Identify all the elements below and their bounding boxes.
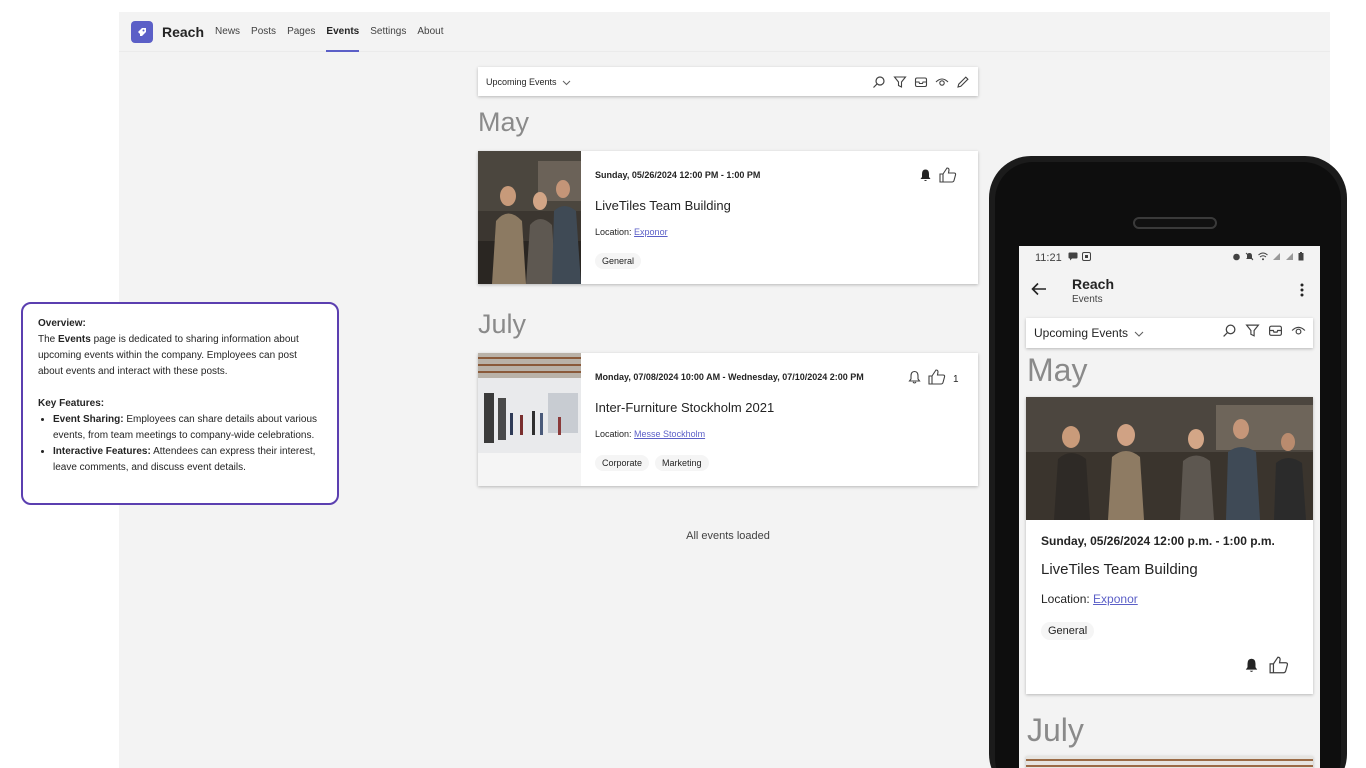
nav-tab-settings[interactable]: Settings: [370, 12, 406, 52]
back-arrow-icon[interactable]: [1031, 282, 1047, 301]
location-link[interactable]: Exponor: [1093, 592, 1138, 606]
like-icon[interactable]: [939, 167, 957, 188]
like-icon[interactable]: [1269, 656, 1289, 679]
nav-tab-about[interactable]: About: [417, 12, 443, 52]
search-icon[interactable]: [1222, 323, 1237, 343]
event-actions: [919, 167, 964, 188]
mobile-event-location: Location: Exponor: [1041, 592, 1138, 606]
feature-item: Interactive Features: Attendees can expr…: [53, 444, 322, 476]
top-nav-bar: Reach News Posts Pages Events Settings A…: [119, 12, 1330, 52]
mail-icon[interactable]: [914, 75, 928, 89]
message-icon: [1068, 252, 1078, 264]
event-title[interactable]: LiveTiles Team Building: [595, 198, 731, 213]
location-link[interactable]: Exponor: [634, 227, 668, 237]
month-heading-may: May: [478, 107, 530, 137]
phone-speaker: [1133, 217, 1217, 229]
mobile-page-subtitle: Events: [1072, 294, 1103, 305]
nav-tab-pages[interactable]: Pages: [287, 12, 315, 52]
event-card[interactable]: Sunday, 05/26/2024 12:00 PM - 1:00 PM Li…: [478, 151, 978, 284]
signal-icon: [1285, 252, 1294, 264]
intro-pre: The: [38, 334, 56, 345]
mobile-event-card[interactable]: [1026, 756, 1313, 768]
mobile-month-heading-july: July: [1027, 712, 1084, 748]
mobile-header: Reach Events: [1019, 270, 1320, 310]
filter-icon[interactable]: [1245, 323, 1260, 343]
mobile-event-card[interactable]: Sunday, 05/26/2024 12:00 p.m. - 1:00 p.m…: [1026, 397, 1313, 694]
battery-icon: [1298, 252, 1304, 264]
more-options-icon[interactable]: [1300, 283, 1304, 302]
filter-icon[interactable]: [893, 75, 907, 89]
event-location: Location: Exponor: [595, 227, 668, 237]
location-label: Location:: [1041, 592, 1090, 606]
overview-intro: The Events page is dedicated to sharing …: [38, 332, 322, 380]
wifi-icon: [1258, 252, 1268, 264]
eye-icon[interactable]: [935, 75, 949, 89]
event-photo: [478, 353, 581, 486]
edit-icon[interactable]: [956, 75, 970, 89]
mobile-event-actions: [1244, 656, 1289, 679]
event-title[interactable]: Inter-Furniture Stockholm 2021: [595, 400, 774, 415]
bell-filled-icon[interactable]: [1244, 657, 1259, 678]
event-tags: Corporate Marketing: [595, 455, 709, 471]
mobile-events-toolbar: Upcoming Events: [1026, 318, 1313, 348]
location-link[interactable]: Messe Stockholm: [634, 429, 705, 439]
location-label: Location:: [595, 429, 632, 439]
nav-tab-posts[interactable]: Posts: [251, 12, 276, 52]
event-card[interactable]: Monday, 07/08/2024 10:00 AM - Wednesday,…: [478, 353, 978, 486]
event-date: Monday, 07/08/2024 10:00 AM - Wednesday,…: [595, 372, 864, 382]
feature-name: Event Sharing:: [53, 414, 124, 425]
app-title: Reach: [162, 23, 205, 40]
events-toolbar: Upcoming Events: [478, 67, 978, 96]
intro-bold: Events: [58, 334, 91, 345]
overview-heading: Overview:: [38, 318, 86, 329]
event-photo: [478, 151, 581, 284]
tag-chip[interactable]: Corporate: [595, 455, 650, 471]
mobile-app-title: Reach: [1072, 276, 1115, 292]
mobile-screen: 11:21 Reach Events Upcoming Events May S…: [1019, 246, 1320, 768]
feature-item: Event Sharing: Employees can share detai…: [53, 412, 322, 444]
event-actions: 1: [908, 369, 959, 390]
mobile-event-title[interactable]: LiveTiles Team Building: [1041, 561, 1198, 578]
view-dropdown[interactable]: Upcoming Events: [486, 77, 557, 87]
features-heading: Key Features:: [38, 398, 105, 409]
eye-icon[interactable]: [1291, 323, 1306, 343]
mail-icon[interactable]: [1268, 323, 1283, 343]
mobile-status-bar: 11:21: [1019, 246, 1320, 270]
event-tags: General: [595, 253, 642, 269]
tag-chip[interactable]: General: [1041, 622, 1095, 640]
stage: Reach News Posts Pages Events Settings A…: [0, 0, 1366, 768]
status-time: 11:21: [1035, 252, 1062, 264]
tag-chip[interactable]: General: [595, 253, 642, 269]
signal-icon: [1272, 252, 1281, 264]
notification-icon: [1081, 252, 1091, 264]
mobile-event-photo: [1026, 397, 1313, 520]
event-location: Location: Messe Stockholm: [595, 429, 705, 439]
chevron-down-icon[interactable]: [1134, 324, 1144, 342]
mobile-event-date: Sunday, 05/26/2024 12:00 p.m. - 1:00 p.m…: [1041, 534, 1275, 548]
alarm-icon: [1232, 252, 1241, 264]
status-text: All events loaded: [686, 530, 770, 542]
status-icons: [1232, 252, 1304, 264]
reach-logo-icon: [131, 20, 153, 43]
search-icon[interactable]: [872, 75, 886, 89]
features-list: Event Sharing: Employees can share detai…: [38, 412, 322, 476]
chevron-down-icon[interactable]: [562, 73, 571, 91]
feature-name: Interactive Features:: [53, 446, 151, 457]
like-icon[interactable]: [928, 369, 946, 390]
mobile-view-dropdown[interactable]: Upcoming Events: [1034, 326, 1128, 340]
bell-icon[interactable]: [908, 370, 921, 389]
event-date: Sunday, 05/26/2024 12:00 PM - 1:00 PM: [595, 170, 761, 180]
location-label: Location:: [595, 227, 632, 237]
month-heading-july: July: [478, 309, 527, 339]
overview-callout: Overview: The Events page is dedicated t…: [21, 302, 339, 505]
tag-chip[interactable]: Marketing: [655, 455, 709, 471]
nav-tab-news[interactable]: News: [215, 12, 240, 52]
nav-tab-events[interactable]: Events: [326, 12, 359, 52]
mute-icon: [1245, 252, 1254, 264]
mobile-month-heading-may: May: [1027, 352, 1088, 388]
mobile-event-photo: [1026, 756, 1313, 768]
bell-filled-icon[interactable]: [919, 168, 932, 187]
like-count: 1: [953, 374, 959, 385]
